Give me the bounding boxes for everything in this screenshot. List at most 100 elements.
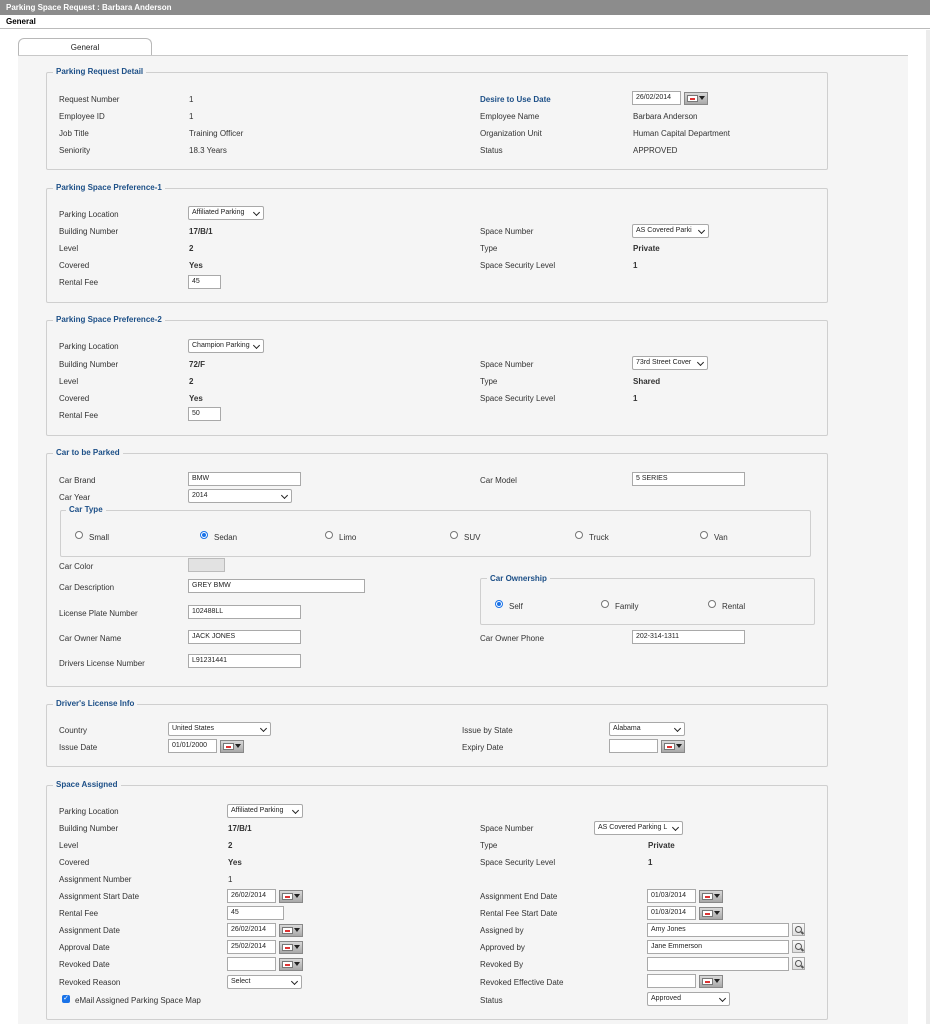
org-unit-value: Human Capital Department [633, 129, 730, 138]
calendar-icon[interactable] [279, 941, 303, 954]
pref1-rental-fee-label: Rental Fee [59, 278, 99, 287]
license-group [46, 704, 828, 767]
assignment-end-date-input[interactable]: 01/03/2014 [647, 889, 696, 903]
assigned-covered-label: Covered [59, 858, 90, 867]
pref2-parking-location-select[interactable]: Champion Parking [188, 339, 264, 353]
approved-by-label: Approved by [480, 943, 525, 952]
car-description-input[interactable]: GREY BMW [188, 579, 365, 593]
car-type-group [60, 510, 811, 557]
car-owner-phone-input[interactable]: 202-314-1311 [632, 630, 745, 644]
pref1-rental-fee-input[interactable]: 45 [188, 275, 221, 289]
assignment-start-date-input[interactable]: 26/02/2014 [227, 889, 276, 903]
drivers-license-input[interactable]: L91231441 [188, 654, 301, 668]
calendar-icon[interactable] [699, 975, 723, 988]
car-model-input[interactable]: 5 SERIES [632, 472, 745, 486]
assignment-number-value: 1 [228, 875, 233, 884]
employee-name-value: Barbara Anderson [633, 112, 698, 121]
car-brand-label: Car Brand [59, 476, 96, 485]
license-plate-input[interactable]: 102488LL [188, 605, 301, 619]
pref2-security-label: Space Security Level [480, 394, 556, 403]
desire-date-label: Desire to Use Date [480, 95, 551, 104]
car-type-small-radio[interactable] [75, 531, 83, 539]
scrollbar[interactable] [926, 30, 930, 1024]
issue-date-input[interactable]: 01/01/2000 [168, 739, 217, 753]
pref2-rental-fee-input[interactable]: 50 [188, 407, 221, 421]
ownership-rental-radio[interactable] [708, 600, 716, 608]
assigned-space-number-label: Space Number [480, 824, 534, 833]
assigned-level-value: 2 [228, 841, 233, 850]
revoked-reason-select[interactable]: Select [227, 975, 302, 989]
pref1-parking-location-label: Parking Location [59, 210, 119, 219]
assigned-parking-location-select[interactable]: Affiliated Parking [227, 804, 303, 818]
pref1-parking-location-select[interactable]: Affiliated Parking [188, 206, 264, 220]
rental-fee-start-date-input[interactable]: 01/03/2014 [647, 906, 696, 920]
search-icon[interactable] [792, 923, 805, 936]
car-model-label: Car Model [480, 476, 517, 485]
calendar-icon[interactable] [279, 890, 303, 903]
approval-date-input[interactable]: 25/02/2014 [227, 940, 276, 954]
assignment-date-input[interactable]: 26/02/2014 [227, 923, 276, 937]
pref2-building-number-value: 72/F [189, 360, 206, 369]
car-brand-input[interactable]: BMW [188, 472, 301, 486]
revoked-date-label: Revoked Date [59, 960, 110, 969]
revoked-effective-date-label: Revoked Effective Date [480, 978, 564, 987]
assignment-end-date-label: Assignment End Date [480, 892, 558, 901]
assigned-rental-fee-label: Rental Fee [59, 909, 99, 918]
car-type-suv-radio[interactable] [450, 531, 458, 539]
calendar-icon[interactable] [220, 740, 244, 753]
country-select[interactable]: United States [168, 722, 271, 736]
tab-general[interactable]: General [18, 38, 152, 56]
assigned-security-label: Space Security Level [480, 858, 556, 867]
pref1-space-number-select[interactable]: AS Covered Parki [632, 224, 709, 238]
calendar-icon[interactable] [661, 740, 685, 753]
calendar-icon[interactable] [279, 958, 303, 971]
ownership-self-radio[interactable] [495, 600, 503, 608]
calendar-icon[interactable] [699, 890, 723, 903]
expiry-date-label: Expiry Date [462, 743, 504, 752]
car-ownership-group [480, 578, 815, 625]
pref1-covered-label: Covered [59, 261, 90, 270]
job-title-value: Training Officer [189, 129, 244, 138]
assigned-status-label: Status [480, 996, 503, 1005]
car-type-truck-radio[interactable] [575, 531, 583, 539]
ownership-family-radio[interactable] [601, 600, 609, 608]
approved-by-input[interactable]: Jane Emmerson [647, 940, 789, 954]
assigned-status-select[interactable]: Approved [647, 992, 730, 1006]
ownership-family-label: Family [615, 602, 639, 611]
revoked-date-input[interactable] [227, 957, 276, 971]
search-icon[interactable] [792, 940, 805, 953]
pref1-space-number-label: Space Number [480, 227, 534, 236]
car-owner-name-input[interactable]: JACK JONES [188, 630, 301, 644]
revoked-by-input[interactable] [647, 957, 789, 971]
calendar-icon[interactable] [699, 907, 723, 920]
search-icon[interactable] [792, 957, 805, 970]
revoked-by-label: Revoked By [480, 960, 524, 969]
car-year-select[interactable]: 2014 [188, 489, 292, 503]
calendar-icon[interactable] [684, 92, 708, 105]
car-type-van-radio[interactable] [700, 531, 708, 539]
assigned-by-input[interactable]: Amy Jones [647, 923, 789, 937]
desire-date-input[interactable]: 26/02/2014 [632, 91, 681, 105]
revoked-effective-date-input[interactable] [647, 974, 696, 988]
pref2-space-number-select[interactable]: 73rd Street Cover [632, 356, 708, 370]
assigned-space-number-select[interactable]: AS Covered Parking L [594, 821, 683, 835]
pref1-level-label: Level [59, 244, 79, 253]
car-type-limo-radio[interactable] [325, 531, 333, 539]
assigned-rental-fee-input[interactable]: 45 [227, 906, 284, 920]
car-type-sedan-label: Sedan [214, 533, 238, 542]
car-type-sedan-radio[interactable] [200, 531, 208, 539]
car-color-swatch[interactable] [188, 558, 225, 572]
car-type-truck-label: Truck [589, 533, 609, 542]
calendar-icon[interactable] [279, 924, 303, 937]
issue-state-select[interactable]: Alabama [609, 722, 685, 736]
preference-2-group [46, 320, 828, 436]
org-unit-label: Organization Unit [480, 129, 542, 138]
car-description-label: Car Description [59, 583, 115, 592]
pref2-parking-location-label: Parking Location [59, 342, 119, 351]
pref2-space-number-label: Space Number [480, 360, 534, 369]
email-map-checkbox[interactable]: ✓ [62, 995, 70, 1003]
status-value: APPROVED [633, 146, 678, 155]
car-type-suv-label: SUV [464, 533, 481, 542]
expiry-date-input[interactable] [609, 739, 658, 753]
employee-id-value: 1 [189, 112, 194, 121]
